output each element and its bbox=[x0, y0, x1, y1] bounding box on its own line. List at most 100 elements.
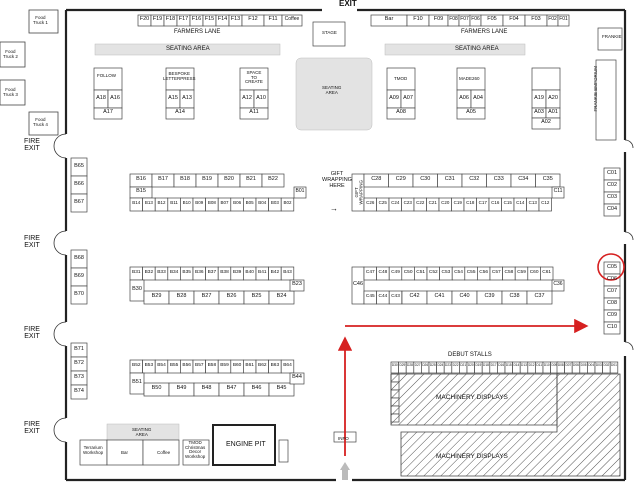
c-stall-label: C42 bbox=[409, 293, 420, 299]
fire-exit-1: FIRE EXIT bbox=[24, 138, 40, 153]
farmers-stall-label: F09 bbox=[433, 16, 444, 22]
a-stall-label: A16 bbox=[110, 94, 120, 101]
farmers-stall-label: F13 bbox=[230, 16, 241, 22]
farmers-stall-label: F02 bbox=[548, 16, 557, 22]
bar-label: Bar bbox=[121, 450, 129, 455]
b-stall-label: B20 bbox=[224, 176, 234, 182]
c-outer-label: C04 bbox=[606, 205, 618, 212]
b-stall-label: B41 bbox=[258, 270, 267, 275]
b-stall-label: B54 bbox=[157, 363, 166, 368]
coffee-label: Coffee bbox=[157, 450, 171, 455]
b-stall-label: B55 bbox=[169, 363, 179, 368]
debut-stall-label: D01 bbox=[611, 363, 617, 367]
gift-arrow-icon: → bbox=[330, 204, 338, 213]
a-stall-label: A18 bbox=[96, 94, 106, 101]
b-stall-label: B32 bbox=[144, 270, 154, 275]
c-stall-label: C39 bbox=[484, 293, 495, 299]
food-truck-1: Food Truck 1 bbox=[33, 15, 48, 25]
debut-stall-label: D26 bbox=[422, 363, 429, 367]
c-stall-label: C19 bbox=[453, 200, 462, 205]
b-stall-label: B15 bbox=[136, 188, 146, 194]
c-stall-label: C61 bbox=[542, 270, 552, 275]
debut-stall-label: D19 bbox=[475, 363, 482, 367]
b-stall-label: B40 bbox=[245, 270, 254, 275]
a-stall-label: A13 bbox=[182, 94, 192, 101]
frankie-emporium-label: FRANKIE EMPORIUM bbox=[593, 66, 598, 112]
debut-stall-label: D29 bbox=[399, 363, 406, 367]
made-label: MADE260 bbox=[459, 76, 480, 81]
c-outer-label: C07 bbox=[606, 287, 618, 294]
a-stall-label: A08 bbox=[396, 109, 406, 115]
c-stall-label: C48 bbox=[378, 270, 388, 275]
a-stall-label: A20 bbox=[548, 94, 558, 101]
a-stall-label: A19 bbox=[534, 94, 544, 101]
debut-stall-label: D02 bbox=[603, 363, 610, 367]
b-stall-label: B18 bbox=[180, 176, 190, 182]
farmers-stall-label: F07 bbox=[460, 16, 469, 22]
farmers-stall-label: F01 bbox=[559, 16, 568, 22]
c-outer-label: C02 bbox=[606, 181, 618, 188]
c-stall-label: C20 bbox=[441, 200, 450, 205]
farmers-bar-label: Bar bbox=[384, 16, 394, 22]
b-stall-label: B42 bbox=[270, 270, 280, 275]
debut-stall-label: D27 bbox=[414, 363, 421, 367]
b-left-label: B74 bbox=[74, 387, 84, 394]
c-stall-label: C43 bbox=[391, 294, 400, 299]
debut-stall-label: D07 bbox=[565, 363, 572, 367]
debut-stall-label: D14 bbox=[513, 363, 520, 367]
b-stall-label: B60 bbox=[232, 363, 242, 368]
fire-exit-2: FIRE EXIT bbox=[24, 235, 40, 250]
b-left-label: B69 bbox=[74, 272, 84, 279]
c-stall-label: C58 bbox=[504, 270, 514, 275]
b-stall-label: B23 bbox=[292, 281, 302, 287]
follow-label: FOLLOW bbox=[97, 73, 117, 78]
a-stall-label: A04 bbox=[473, 94, 483, 101]
bottom-seating-label: SEATING AREA bbox=[132, 427, 152, 437]
b-stall-label: B34 bbox=[169, 270, 179, 275]
b-stall-label: B53 bbox=[144, 363, 154, 368]
b-stall-label: B33 bbox=[157, 270, 166, 275]
a-stall-label: A02 bbox=[541, 119, 551, 125]
c-stall-label: C18 bbox=[466, 200, 475, 205]
entrance-arrow bbox=[340, 462, 350, 480]
debut-stall-label: D13 bbox=[521, 363, 527, 367]
b-stall-label: B35 bbox=[182, 270, 191, 275]
c-stall-label: C59 bbox=[517, 270, 526, 275]
c-stall-label: C49 bbox=[391, 270, 400, 275]
a-stall-label: A10 bbox=[256, 94, 266, 101]
a-stall-label: A09 bbox=[389, 94, 399, 101]
machinery-label-1: MACHINERY DISPLAYS bbox=[436, 394, 508, 401]
b-stall-label: B51 bbox=[132, 379, 142, 385]
debut-stall-label: D17 bbox=[490, 363, 497, 367]
seating-area-center: SEATING AREA bbox=[322, 85, 342, 95]
c-stall-label: C21 bbox=[428, 200, 437, 205]
seating-area-right: SEATING AREA bbox=[455, 46, 499, 52]
c-outer-label: C10 bbox=[606, 323, 618, 330]
c-stall-label: C46 bbox=[352, 281, 364, 287]
b-stall-label: B26 bbox=[226, 293, 237, 299]
farmers-stall-label: F08 bbox=[449, 16, 458, 22]
debut-stall-label: D20 bbox=[467, 363, 474, 367]
b-stall-label: B11 bbox=[170, 200, 178, 205]
a-stall-label: A17 bbox=[103, 109, 113, 115]
food-truck-4: Food Truck 4 bbox=[33, 117, 48, 127]
farmers-stall-label: F11 bbox=[268, 16, 278, 22]
b-stall-label: B31 bbox=[132, 270, 141, 275]
gift-wrapping-label: GIFT WRAPPING HERE bbox=[322, 171, 352, 189]
b-stall-label: B44 bbox=[292, 374, 302, 380]
b-left-label: B68 bbox=[74, 254, 84, 261]
c-stall-label: C45 bbox=[365, 294, 375, 299]
debut-stall-label: D25 bbox=[429, 363, 436, 367]
c-stall-label: C52 bbox=[428, 270, 438, 275]
a-stall-label: A03 bbox=[534, 108, 544, 115]
b-stall-label: B36 bbox=[195, 270, 204, 275]
c-stall-label: C23 bbox=[403, 200, 412, 205]
c-stall-label: C53 bbox=[441, 270, 451, 275]
farmers-stall-label: F18 bbox=[165, 16, 176, 22]
farmers-stall-label: F04 bbox=[509, 16, 519, 22]
farmers-stall-label: F16 bbox=[191, 16, 202, 22]
b-stall-label: B39 bbox=[232, 270, 242, 275]
b-stall-label: B59 bbox=[220, 363, 229, 368]
farmers-stall-label: F03 bbox=[531, 16, 541, 22]
c-outer-label: C03 bbox=[606, 193, 618, 200]
